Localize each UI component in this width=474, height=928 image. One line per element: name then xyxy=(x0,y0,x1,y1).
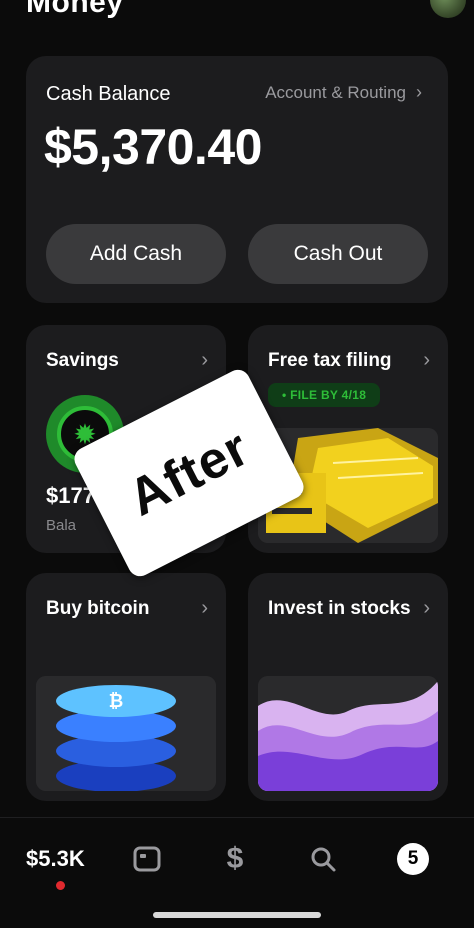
after-sticker-text: After xyxy=(119,418,259,528)
cash-balance-card: Cash Balance Account & Routing › $5,370.… xyxy=(26,56,448,303)
notification-count: 5 xyxy=(397,843,429,875)
buy-bitcoin-tile[interactable]: Buy bitcoin › ₿ xyxy=(26,573,226,801)
dollar-icon[interactable]: $ xyxy=(218,842,252,876)
svg-text:₿: ₿ xyxy=(109,691,124,712)
card-icon[interactable] xyxy=(130,842,164,876)
bitcoin-title: Buy bitcoin xyxy=(46,598,150,619)
bottom-nav: $5.3K $ 5 xyxy=(0,817,474,928)
file-by-badge: • FILE BY 4/18 xyxy=(268,383,381,407)
invest-in-stocks-tile[interactable]: Invest in stocks › xyxy=(248,573,448,801)
chevron-right-icon: › xyxy=(423,597,430,619)
bitcoin-coins-illustration: ₿ xyxy=(36,676,216,791)
alert-dot xyxy=(56,881,65,890)
chevron-right-icon: › xyxy=(201,349,208,371)
cash-balance-amount: $5,370.40 xyxy=(44,119,262,175)
cash-out-button[interactable]: Cash Out xyxy=(248,224,428,284)
cash-balance-label: Cash Balance xyxy=(46,83,171,105)
account-routing-link[interactable]: Account & Routing › xyxy=(265,82,422,103)
search-icon[interactable] xyxy=(306,842,340,876)
chevron-right-icon: › xyxy=(423,349,430,371)
chevron-right-icon: › xyxy=(416,82,422,102)
home-indicator xyxy=(153,912,321,918)
stocks-waves-illustration xyxy=(258,676,438,791)
add-cash-button[interactable]: Add Cash xyxy=(46,224,226,284)
notification-icon[interactable]: 5 xyxy=(396,842,430,876)
page-title: Money xyxy=(26,0,124,19)
stocks-title: Invest in stocks xyxy=(268,598,411,619)
nav-balance-tab[interactable]: $5.3K xyxy=(26,846,85,872)
tax-title: Free tax filing xyxy=(268,350,392,371)
account-routing-label: Account & Routing xyxy=(265,82,406,102)
chevron-right-icon: › xyxy=(201,597,208,619)
avatar[interactable] xyxy=(430,0,466,18)
savings-title: Savings xyxy=(46,350,119,371)
savings-subtitle: Bala xyxy=(46,517,77,534)
